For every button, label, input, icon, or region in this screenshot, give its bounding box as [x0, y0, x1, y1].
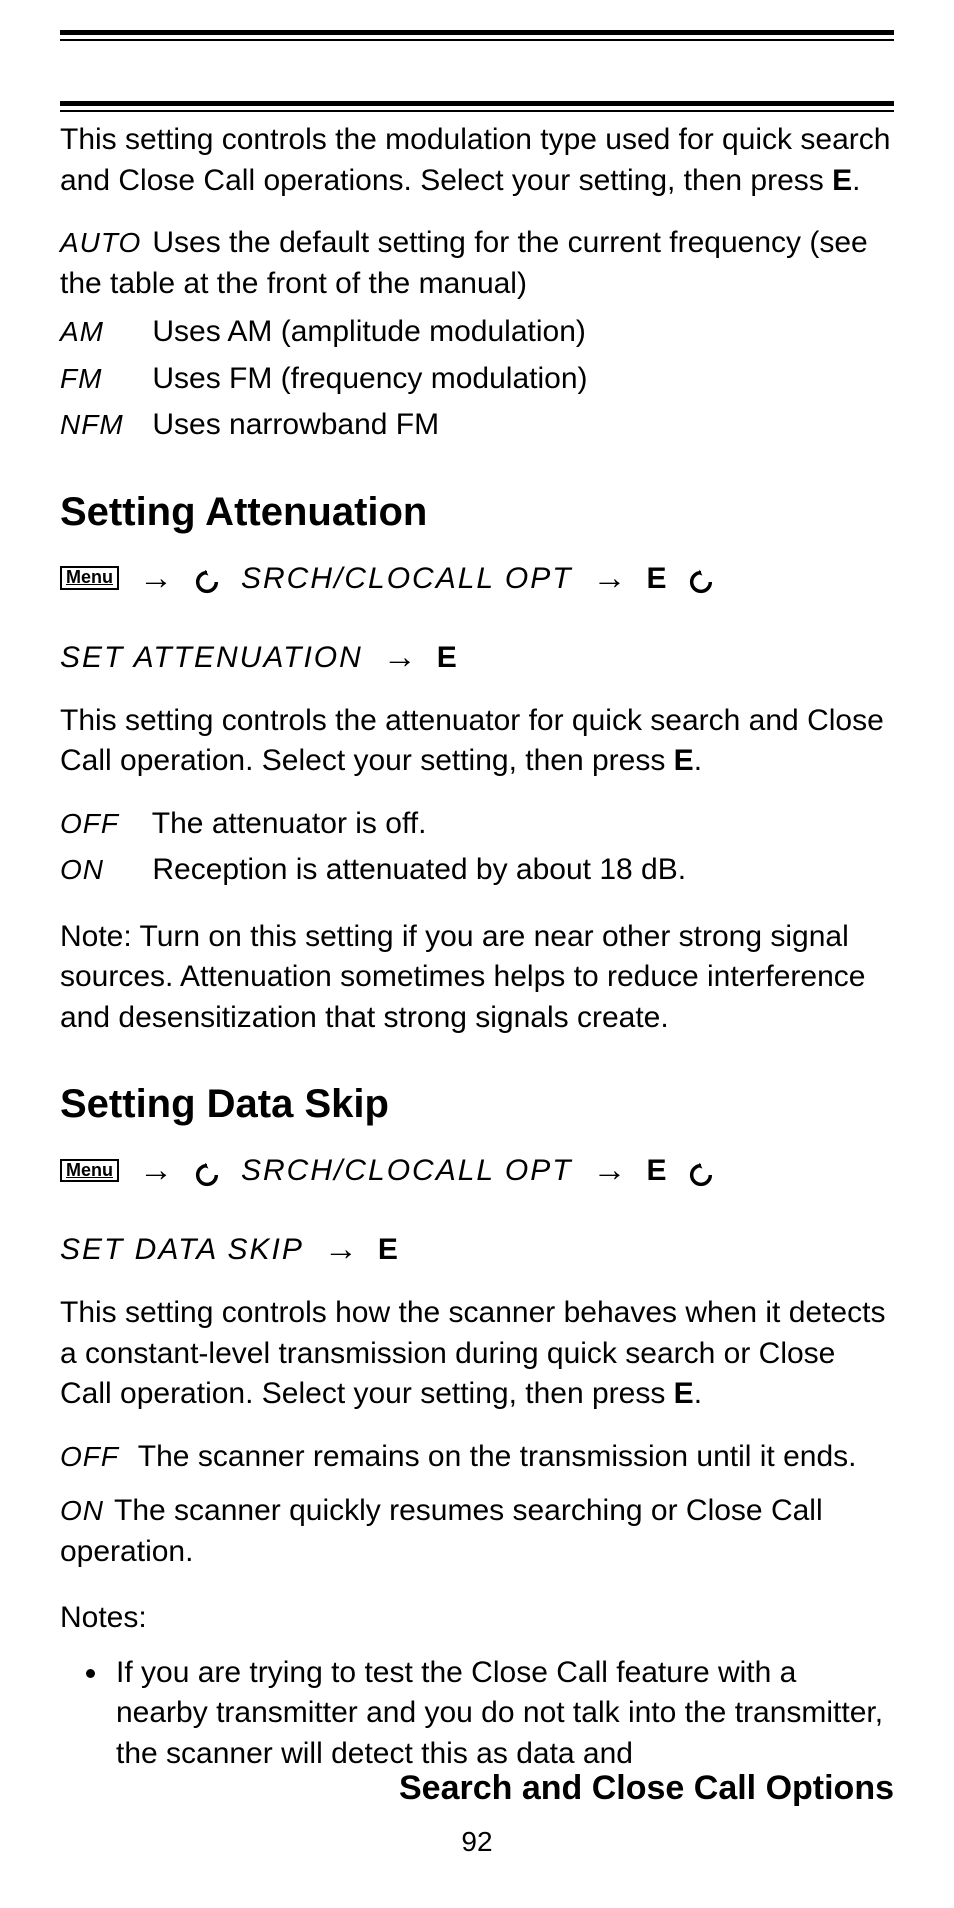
intro-text-a: This setting controls the modulation typ… [60, 123, 890, 197]
e-key: E [437, 635, 457, 680]
lcd-on: ON [60, 851, 144, 889]
lcd-fm: FM [60, 360, 144, 398]
lcd-nfm: NFM [60, 406, 144, 444]
intro-paragraph: This setting controls the modulation typ… [60, 120, 894, 201]
modulation-options: AUTO Uses the default setting for the cu… [60, 223, 894, 446]
arrow-icon: → [139, 1145, 173, 1196]
lcd-off: OFF [60, 805, 144, 843]
attn-text-a: This setting controls the attenuator for… [60, 704, 884, 778]
lcd-off: OFF [60, 1438, 130, 1476]
lcd-on: ON [60, 1492, 104, 1530]
footer-section-title: Search and Close Call Options [399, 1769, 894, 1808]
attn-key-e: E [674, 744, 694, 777]
nav-path-1: SRCH/CLOCALL OPT [241, 1148, 573, 1193]
notes-label: Notes: [60, 1598, 894, 1639]
attn-off-text: The attenuator is off. [152, 807, 427, 840]
top-rule-1 [60, 30, 894, 41]
option-fm: FM Uses FM (frequency modulation) [60, 359, 894, 400]
scroll-icon [687, 564, 715, 592]
option-auto-text: Uses the default setting for the current… [60, 226, 868, 300]
top-rule-2 [60, 101, 894, 112]
nav-attenuation: Menu → SRCH/CLOCALL OPT → E SET ATTENUAT… [60, 553, 894, 683]
menu-button[interactable]: Menu [60, 566, 119, 590]
attn-options: OFF The attenuator is off. ON Reception … [60, 804, 894, 891]
dskip-on-text: The scanner quickly resumes searching or… [60, 1494, 823, 1568]
option-fm-text: Uses FM (frequency modulation) [152, 362, 587, 395]
attn-note: Note: Turn on this setting if you are ne… [60, 917, 894, 1039]
arrow-icon: → [324, 1224, 358, 1275]
dskip-paragraph: This setting controls how the scanner be… [60, 1293, 894, 1415]
scroll-icon [193, 564, 221, 592]
nav-data-skip: Menu → SRCH/CLOCALL OPT → E SET DATA SKI… [60, 1145, 894, 1275]
arrow-icon: → [383, 632, 417, 683]
intro-key-e: E [832, 164, 852, 197]
option-nfm-text: Uses narrowband FM [152, 408, 439, 441]
notes-list: If you are trying to test the Close Call… [110, 1653, 894, 1775]
list-item: If you are trying to test the Close Call… [110, 1653, 894, 1775]
dskip-options: OFF The scanner remains on the transmiss… [60, 1437, 894, 1573]
arrow-icon: → [593, 553, 627, 604]
arrow-icon: → [593, 1145, 627, 1196]
option-nfm: NFM Uses narrowband FM [60, 405, 894, 446]
option-dskip-off: OFF The scanner remains on the transmiss… [60, 1437, 894, 1478]
e-key: E [647, 556, 667, 601]
option-am-text: Uses AM (amplitude modulation) [152, 315, 586, 348]
scroll-icon [687, 1157, 715, 1185]
dskip-off-text: The scanner remains on the transmission … [138, 1440, 857, 1473]
intro-text-c: . [852, 164, 860, 197]
dskip-key-e: E [674, 1377, 694, 1410]
attn-paragraph: This setting controls the attenuator for… [60, 701, 894, 782]
heading-attenuation: Setting Attenuation [60, 490, 894, 535]
attn-text-c: . [694, 744, 702, 777]
attn-on-text: Reception is attenuated by about 18 dB. [152, 853, 686, 886]
note-1-text: If you are trying to test the Close Call… [116, 1656, 883, 1770]
option-attn-on: ON Reception is attenuated by about 18 d… [60, 850, 894, 891]
menu-button[interactable]: Menu [60, 1159, 119, 1183]
option-auto: AUTO Uses the default setting for the cu… [60, 223, 894, 304]
option-attn-off: OFF The attenuator is off. [60, 804, 894, 845]
dskip-text-a: This setting controls how the scanner be… [60, 1296, 885, 1410]
lcd-am: AM [60, 313, 144, 351]
nav-path-2: SET ATTENUATION [60, 635, 363, 680]
option-am: AM Uses AM (amplitude modulation) [60, 312, 894, 353]
option-dskip-on: ONThe scanner quickly resumes searching … [60, 1491, 894, 1572]
nav-path-1: SRCH/CLOCALL OPT [241, 556, 573, 601]
arrow-icon: → [139, 553, 173, 604]
heading-data-skip: Setting Data Skip [60, 1082, 894, 1127]
dskip-text-c: . [694, 1377, 702, 1410]
lcd-auto: AUTO [60, 224, 144, 262]
nav-path-2: SET DATA SKIP [60, 1227, 304, 1272]
scroll-icon [193, 1157, 221, 1185]
e-key: E [647, 1148, 667, 1193]
e-key: E [378, 1227, 398, 1272]
page-number: 92 [0, 1826, 954, 1858]
